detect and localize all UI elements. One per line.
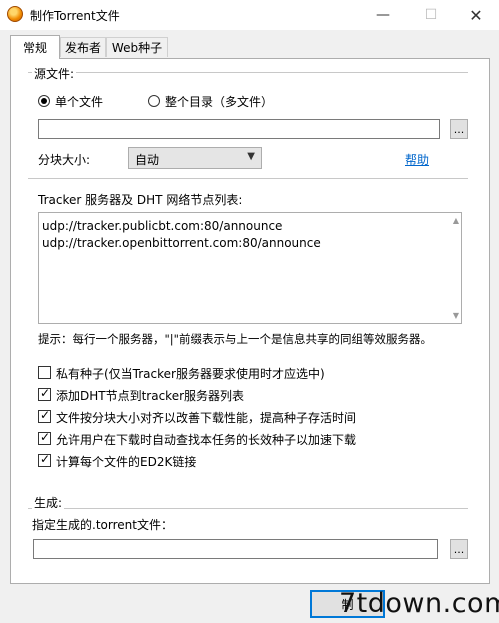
- chunk-size-select[interactable]: 自动 ▼: [128, 147, 262, 169]
- chevron-down-icon: ▼: [247, 151, 255, 162]
- find-seeds-checkbox[interactable]: [38, 430, 51, 445]
- minimize-button[interactable]: —: [360, 0, 406, 30]
- output-file-label: 指定生成的.torrent文件：: [32, 518, 173, 532]
- tracker-line: udp://tracker.publicbt.com:80/announce: [42, 219, 283, 233]
- app-icon: [7, 6, 23, 22]
- add-dht-checkbox[interactable]: [38, 386, 51, 401]
- help-link[interactable]: 帮助: [405, 151, 429, 168]
- tab-general[interactable]: 常规: [10, 35, 60, 59]
- ed2k-checkbox[interactable]: [38, 452, 51, 467]
- option-label: 允许用户在下载时自动查找本任务的长效种子以加速下载: [56, 433, 357, 447]
- option-label: 文件按分块大小对齐以改善下载性能，提高种子存活时间: [56, 411, 357, 425]
- single-file-radio[interactable]: [38, 95, 50, 107]
- directory-label: 整个目录（多文件）: [165, 95, 274, 109]
- source-browse-button[interactable]: ...: [450, 119, 468, 139]
- tracker-line: udp://tracker.openbittorrent.com:80/anno…: [42, 236, 321, 250]
- maximize-button[interactable]: ☐: [408, 0, 454, 30]
- tracker-hint: 提示：每行一个服务器，"|"前缀表示与上一个是信息共享的同组等效服务器。: [38, 332, 432, 346]
- single-file-label: 单个文件: [55, 95, 104, 109]
- directory-radio[interactable]: [148, 95, 160, 107]
- option-label: 计算每个文件的ED2K链接: [56, 455, 197, 469]
- output-browse-button[interactable]: ...: [450, 539, 468, 559]
- option-label: 私有种子(仅当Tracker服务器要求使用时才应选中): [56, 367, 325, 381]
- source-group-divider: [28, 178, 468, 180]
- align-chunks-checkbox[interactable]: [38, 408, 51, 423]
- source-group-label: 源文件:: [32, 65, 77, 82]
- scroll-down-icon[interactable]: ▼: [453, 311, 459, 320]
- output-group-label: 生成:: [32, 494, 65, 511]
- output-group-border: [28, 508, 468, 510]
- tab-web-seed[interactable]: Web种子: [106, 37, 168, 57]
- tab-publisher[interactable]: 发布者: [60, 37, 106, 57]
- tracker-label: Tracker 服务器及 DHT 网络节点列表:: [38, 193, 243, 207]
- tracker-list-textarea[interactable]: udp://tracker.publicbt.com:80/announce u…: [38, 212, 462, 324]
- watermark: 7tdown.com: [339, 588, 499, 619]
- option-label: 添加DHT节点到tracker服务器列表: [56, 389, 245, 403]
- close-button[interactable]: ✕: [453, 0, 499, 30]
- window-title: 制作Torrent文件: [30, 9, 120, 23]
- source-group-border: [28, 72, 468, 74]
- output-path-input[interactable]: [33, 539, 438, 559]
- chunk-size-label: 分块大小:: [38, 153, 91, 167]
- private-torrent-checkbox[interactable]: [38, 366, 51, 379]
- scroll-up-icon[interactable]: ▲: [453, 216, 459, 225]
- chunk-size-value: 自动: [135, 153, 160, 167]
- source-path-input[interactable]: [38, 119, 440, 139]
